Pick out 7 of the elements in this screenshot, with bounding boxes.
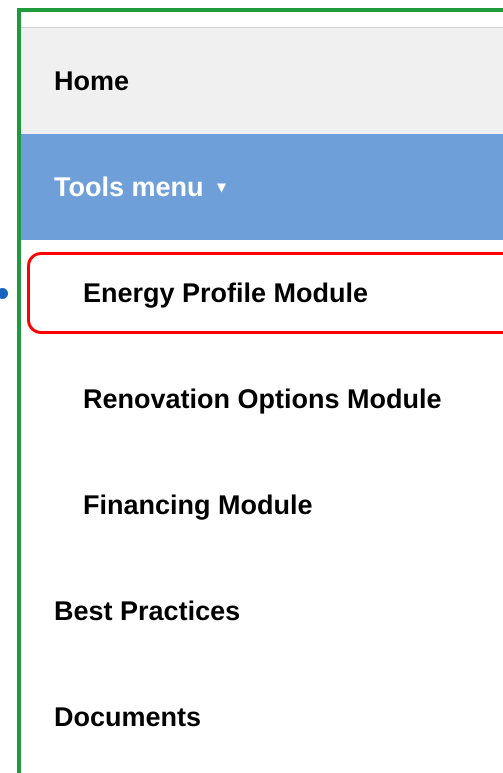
submenu-link[interactable]: Financing Module (27, 464, 503, 546)
marker-dot (0, 288, 8, 299)
nav-link[interactable]: Home (21, 28, 503, 134)
menu-label: Tools menu (54, 172, 204, 202)
submenu-link[interactable]: Renovation Options Module (27, 358, 503, 440)
caret-icon: ▾ (218, 177, 226, 197)
submenu-link[interactable]: Energy Profile Module (27, 252, 503, 334)
